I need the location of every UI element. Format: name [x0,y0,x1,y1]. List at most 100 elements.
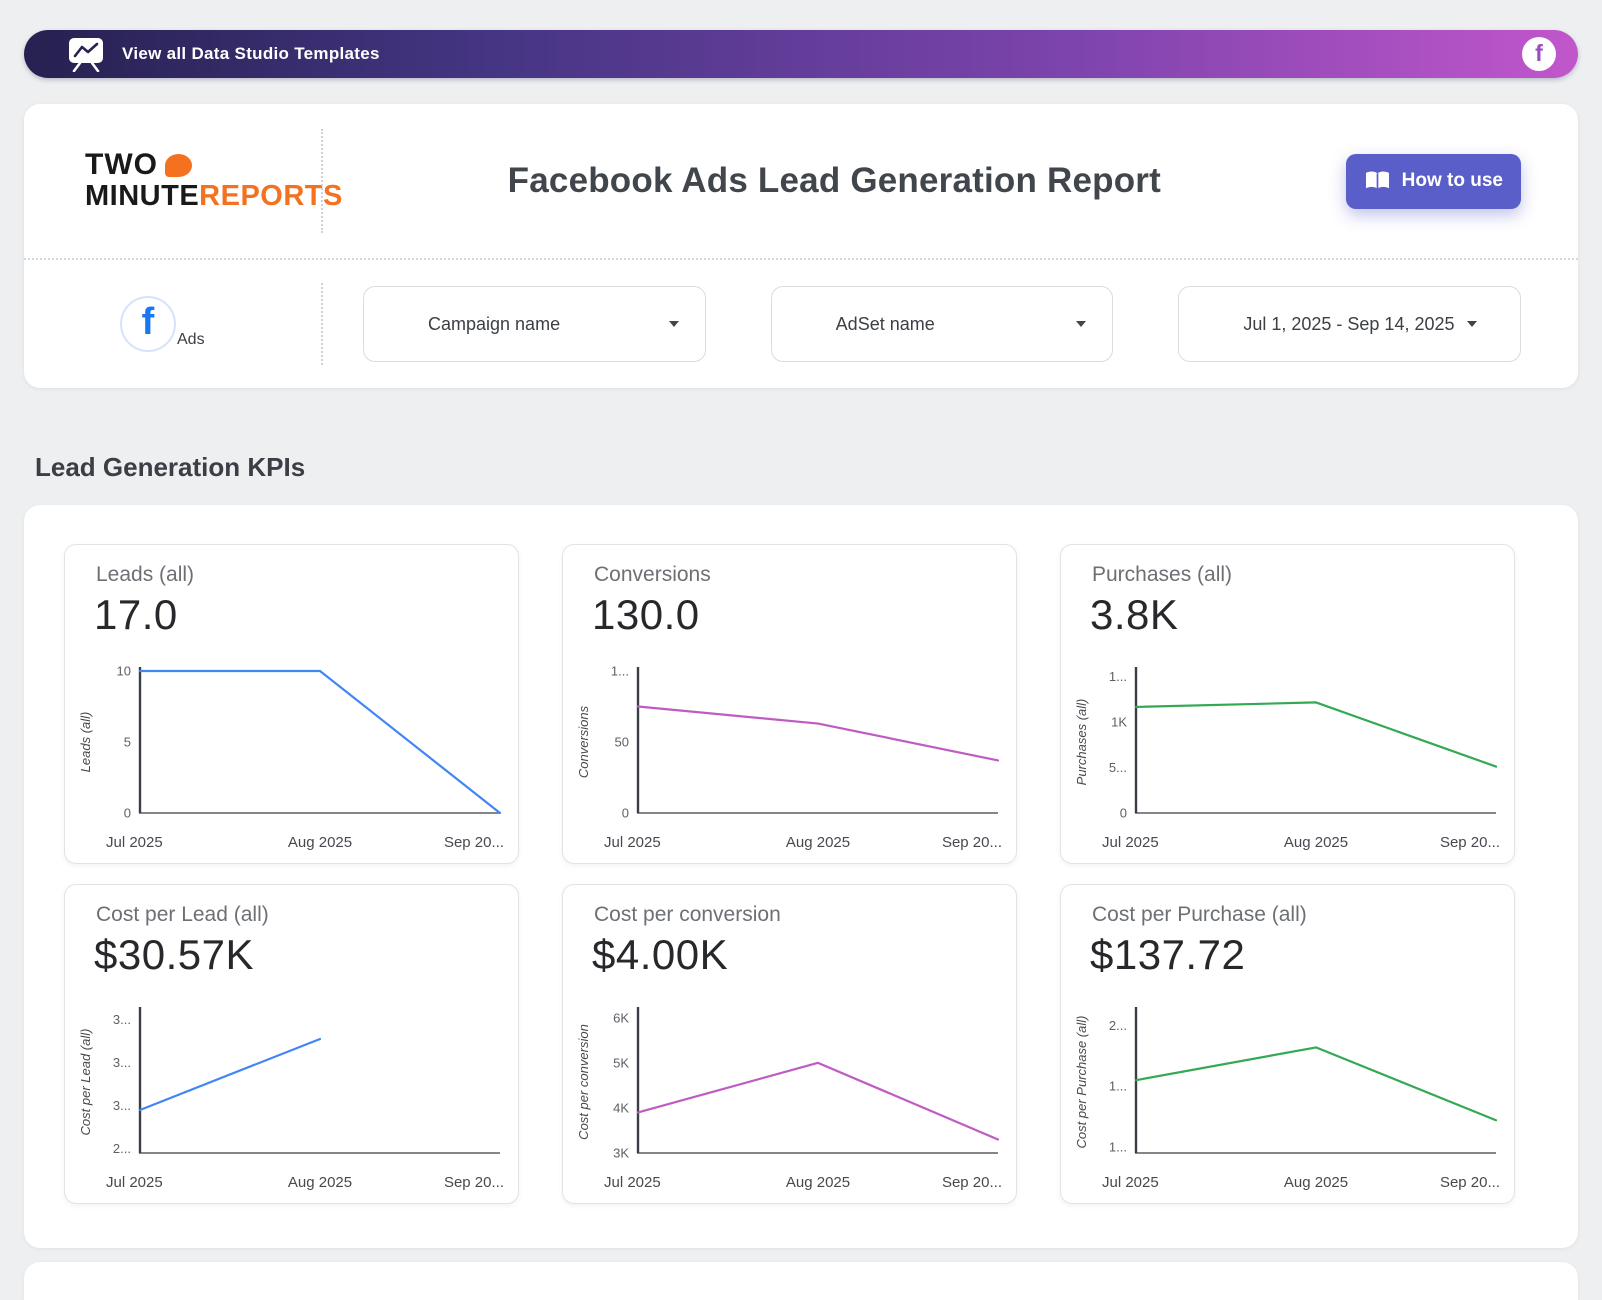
how-to-use-button[interactable]: How to use [1346,154,1521,209]
svg-text:Cost per Purchase (all): Cost per Purchase (all) [1074,1016,1089,1149]
facebook-ads-source: f Ads [24,296,321,352]
svg-text:5...: 5... [1109,760,1127,775]
chevron-down-icon [1467,321,1477,327]
svg-text:0: 0 [622,806,629,821]
presentation-chart-icon [66,36,106,72]
svg-text:Sep 20...: Sep 20... [444,1174,504,1191]
report-header-card: TWO MINUTEREPORTS Facebook Ads Lead Gene… [24,104,1578,388]
svg-text:3...: 3... [113,1055,131,1070]
svg-text:Aug 2025: Aug 2025 [1284,1174,1348,1191]
svg-text:1...: 1... [611,664,629,679]
report-title: Facebook Ads Lead Generation Report [323,161,1346,201]
svg-text:Sep 20...: Sep 20... [1440,834,1500,851]
top-banner[interactable]: View all Data Studio Templates f [24,30,1578,78]
svg-text:Cost per Lead (all): Cost per Lead (all) [78,1029,93,1136]
svg-text:1...: 1... [1109,669,1127,684]
svg-text:Jul 2025: Jul 2025 [604,1174,661,1191]
svg-text:0: 0 [124,806,131,821]
view-all-templates-link[interactable]: View all Data Studio Templates [122,44,380,64]
adset-name-label: AdSet name [836,314,1065,335]
svg-text:Cost per conversion: Cost per conversion [576,1024,591,1140]
kpi-card-cost-per-purchase: Cost per Purchase (all) $137.72 1...1...… [1060,884,1515,1204]
svg-text:1...: 1... [1109,1079,1127,1094]
svg-text:Jul 2025: Jul 2025 [106,834,163,851]
kpi-title: Purchases (all) [1092,563,1232,587]
kpi-value: $137.72 [1090,931,1245,979]
kpi-value: $4.00K [592,931,728,979]
svg-text:Jul 2025: Jul 2025 [604,834,661,851]
svg-text:Conversions: Conversions [576,705,591,778]
svg-text:Sep 20...: Sep 20... [942,1174,1002,1191]
kpi-card-purchases: Purchases (all) 3.8K 0 5... 1K 1... Purchase… [1060,544,1515,864]
svg-text:6K: 6K [613,1010,629,1025]
kpi-card-leads: Leads (all) 17.0 0 5 10 Leads (all) Jul 2025… [64,544,519,864]
svg-text:Sep 20...: Sep 20... [444,834,504,851]
campaign-name-label: Campaign name [428,314,657,335]
svg-text:1K: 1K [1111,714,1127,729]
kpi-value: 3.8K [1090,591,1178,639]
svg-text:Jul 2025: Jul 2025 [106,1174,163,1191]
logo-text-minute: MINUTE [85,180,199,212]
svg-text:Jul 2025: Jul 2025 [1102,834,1159,851]
logo-line-1: TWO [85,149,321,181]
kpi-title: Cost per Purchase (all) [1092,903,1307,927]
filter-row: f Ads Campaign name AdSet name Jul 1, 20… [24,260,1578,388]
svg-text:2...: 2... [1109,1018,1127,1033]
logo-mark-icon [165,154,192,177]
book-icon [1364,170,1391,193]
chevron-down-icon [1076,321,1086,327]
svg-text:Leads (all): Leads (all) [78,712,93,773]
svg-text:10: 10 [117,664,131,679]
svg-text:3...: 3... [113,1098,131,1113]
two-minute-reports-logo: TWO MINUTEREPORTS [24,149,321,212]
line-chart-leads: 0 5 10 Leads (all) Jul 2025 Aug 2025 Sep 20... [76,659,506,855]
date-range-label: Jul 1, 2025 - Sep 14, 2025 [1243,314,1455,335]
svg-text:4K: 4K [613,1100,629,1115]
svg-text:Aug 2025: Aug 2025 [288,1174,352,1191]
ads-source-label: Ads [177,331,205,349]
kpi-title: Cost per Lead (all) [96,903,269,927]
section-title: Lead Generation KPIs [35,452,305,483]
kpi-card-cost-per-lead: Cost per Lead (all) $30.57K 2... 3... 3...… [64,884,519,1204]
line-chart-cost-per-lead: 2... 3... 3... 3... Cost per Lead (all) Jul 2… [76,999,506,1195]
svg-text:Purchases (all): Purchases (all) [1074,699,1089,786]
svg-text:2...: 2... [113,1141,131,1156]
kpi-title: Cost per conversion [594,903,781,927]
kpi-value: 130.0 [592,591,700,639]
svg-text:Sep 20...: Sep 20... [1440,1174,1500,1191]
next-section-card [24,1262,1578,1300]
svg-text:3...: 3... [113,1012,131,1027]
how-to-use-label: How to use [1402,170,1503,192]
kpi-value: $30.57K [94,931,254,979]
svg-text:Aug 2025: Aug 2025 [288,834,352,851]
svg-text:0: 0 [1120,806,1127,821]
svg-text:Sep 20...: Sep 20... [942,834,1002,851]
logo-line-2: MINUTEREPORTS [85,181,321,213]
campaign-name-dropdown[interactable]: Campaign name [363,286,706,362]
svg-text:Aug 2025: Aug 2025 [1284,834,1348,851]
kpi-value: 17.0 [94,591,178,639]
kpi-panel: Leads (all) 17.0 0 5 10 Leads (all) Jul 2025… [24,505,1578,1248]
kpi-title: Leads (all) [96,563,194,587]
kpi-grid: Leads (all) 17.0 0 5 10 Leads (all) Jul 2025… [64,544,1515,1204]
line-chart-conversions: 0501...ConversionsJul 2025Aug 2025Sep 20… [574,659,1004,855]
chevron-down-icon [669,321,679,327]
line-chart-purchases: 0 5... 1K 1... Purchases (all) Jul 2025 Aug 20… [1072,659,1502,855]
kpi-card-cost-per-conversion: Cost per conversion $4.00K 3K 4K 5K 6K Cost … [562,884,1017,1204]
kpi-card-conversions: Conversions 130.0 0501...ConversionsJul … [562,544,1017,864]
header-top-row: TWO MINUTEREPORTS Facebook Ads Lead Gene… [24,104,1578,258]
adset-name-dropdown[interactable]: AdSet name [771,286,1114,362]
svg-text:3K: 3K [613,1146,629,1161]
page: View all Data Studio Templates f TWO MIN… [0,0,1602,1300]
svg-text:Jul 2025: Jul 2025 [1102,1174,1159,1191]
line-chart-cost-per-purchase: 1... 1... 2... Cost per Purchase (all) Jul 2… [1072,999,1502,1195]
svg-text:5: 5 [124,735,131,750]
svg-text:5K: 5K [613,1055,629,1070]
svg-text:Aug 2025: Aug 2025 [786,1174,850,1191]
svg-text:Aug 2025: Aug 2025 [786,834,850,851]
facebook-icon[interactable]: f [1522,37,1556,71]
svg-text:1...: 1... [1109,1139,1127,1154]
date-range-picker[interactable]: Jul 1, 2025 - Sep 14, 2025 [1178,286,1521,362]
facebook-ads-icon: f [120,296,176,352]
kpi-title: Conversions [594,563,711,587]
